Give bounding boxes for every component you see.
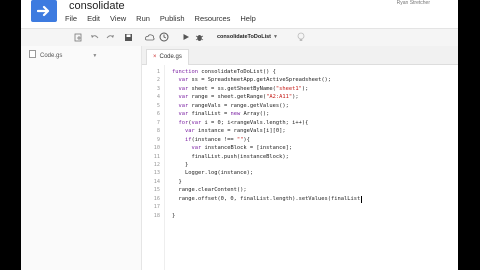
line-number: 4 xyxy=(156,94,160,101)
file-item-label: Code.gs xyxy=(40,53,63,59)
line-number: 8 xyxy=(156,128,160,135)
code-line[interactable]: } xyxy=(172,162,188,168)
function-select-value: consolidateToDoList xyxy=(217,34,271,40)
menu-run[interactable]: Run xyxy=(136,13,150,25)
lightbulb-icon[interactable] xyxy=(296,32,306,42)
project-title[interactable]: consolidate xyxy=(69,0,125,12)
line-number: 1 xyxy=(156,69,160,75)
line-number: 6 xyxy=(156,111,160,118)
menu-file[interactable]: File xyxy=(65,13,77,25)
line-number: 10 xyxy=(153,145,160,152)
menu-help[interactable]: Help xyxy=(240,13,255,25)
save-icon[interactable] xyxy=(123,32,133,42)
tab-code-gs[interactable]: × Code.gs xyxy=(146,49,189,65)
code-line[interactable]: var finalList = new Array(); xyxy=(172,111,270,117)
line-number: 15 xyxy=(153,187,160,194)
line-number: 9 xyxy=(156,136,160,143)
code-line[interactable]: range.clearContent(); xyxy=(172,187,246,193)
history-icon[interactable] xyxy=(159,32,169,42)
menu-edit[interactable]: Edit xyxy=(87,13,100,25)
line-number: 3 xyxy=(156,85,160,92)
file-item-code-gs[interactable]: Code.gs ▼ xyxy=(29,50,97,59)
tab-bar: × Code.gs xyxy=(142,46,458,65)
line-number: 16 xyxy=(153,195,160,202)
debug-icon[interactable] xyxy=(194,32,204,42)
file-sidebar: Code.gs ▼ xyxy=(21,46,142,270)
user-name[interactable]: Ryan Stretcher xyxy=(397,0,430,6)
code-line[interactable]: var instance = rangeVals[i][0]; xyxy=(172,128,286,134)
code-line[interactable]: var sheet = ss.getSheetByName("sheet1"); xyxy=(172,86,309,92)
toolbar: consolidateToDoList ▼ xyxy=(21,28,458,47)
line-number: 11 xyxy=(153,153,160,160)
chevron-down-icon[interactable]: ▼ xyxy=(92,53,97,59)
function-select[interactable]: consolidateToDoList ▼ xyxy=(217,31,278,43)
menu-publish[interactable]: Publish xyxy=(160,13,185,25)
line-number: 12 xyxy=(153,161,160,168)
code-line[interactable]: } xyxy=(172,179,181,185)
code-line[interactable]: var ss = SpreadsheetApp.getActiveSpreads… xyxy=(172,77,332,83)
code-editor[interactable]: 1 2 3 4 5 6 7 8 9 10 11 12 13 14 15 16 17 18 function con… xyxy=(142,65,458,270)
code-line[interactable]: var range = sheet.getRange("A2:A11"); xyxy=(172,94,299,100)
triggers-icon[interactable] xyxy=(145,32,155,42)
chevron-down-icon: ▼ xyxy=(272,34,278,40)
line-number-gutter: 1 2 3 4 5 6 7 8 9 10 11 12 13 14 15 16 17 18 xyxy=(142,65,165,270)
code-line[interactable]: function consolidateToDoList() { xyxy=(172,69,276,75)
code-line[interactable]: } xyxy=(172,213,175,219)
code-line[interactable]: var rangeVals = range.getValues(); xyxy=(172,103,289,109)
line-number: 17 xyxy=(153,204,160,211)
code-line[interactable]: range.offset(0, 0, finalList.length).set… xyxy=(172,196,360,202)
code-line[interactable]: Logger.log(instance); xyxy=(172,170,253,176)
code-line[interactable]: if(instance !== ""){ xyxy=(172,137,250,143)
undo-icon[interactable] xyxy=(89,32,99,42)
script-editor-window: consolidate Ryan Stretcher File Edit Vie… xyxy=(21,0,458,270)
file-icon xyxy=(29,50,36,58)
tab-label: Code.gs xyxy=(159,54,182,60)
add-file-icon[interactable] xyxy=(73,32,83,42)
header: consolidate Ryan Stretcher File Edit Vie… xyxy=(21,0,458,28)
line-number: 5 xyxy=(156,102,160,109)
text-cursor xyxy=(361,195,362,203)
code-line[interactable]: var instanceBlock = [instance]; xyxy=(172,145,292,151)
run-icon[interactable] xyxy=(181,32,191,42)
line-number: 18 xyxy=(153,212,160,219)
menu-view[interactable]: View xyxy=(110,13,126,25)
menu-bar: File Edit View Run Publish Resources Hel… xyxy=(65,13,266,25)
line-number: 13 xyxy=(153,170,160,177)
code-line[interactable]: finalList.push(instanceBlock); xyxy=(172,154,288,160)
line-number: 14 xyxy=(153,178,160,185)
line-number: 2 xyxy=(156,77,160,84)
redo-icon[interactable] xyxy=(105,32,115,42)
line-number: 7 xyxy=(156,119,160,126)
close-icon[interactable]: × xyxy=(153,54,157,60)
apps-script-logo-icon[interactable] xyxy=(31,0,57,22)
code-line[interactable]: for(var i = 0; i<rangeVals.length; i++){ xyxy=(172,120,309,126)
menu-resources[interactable]: Resources xyxy=(195,13,231,25)
